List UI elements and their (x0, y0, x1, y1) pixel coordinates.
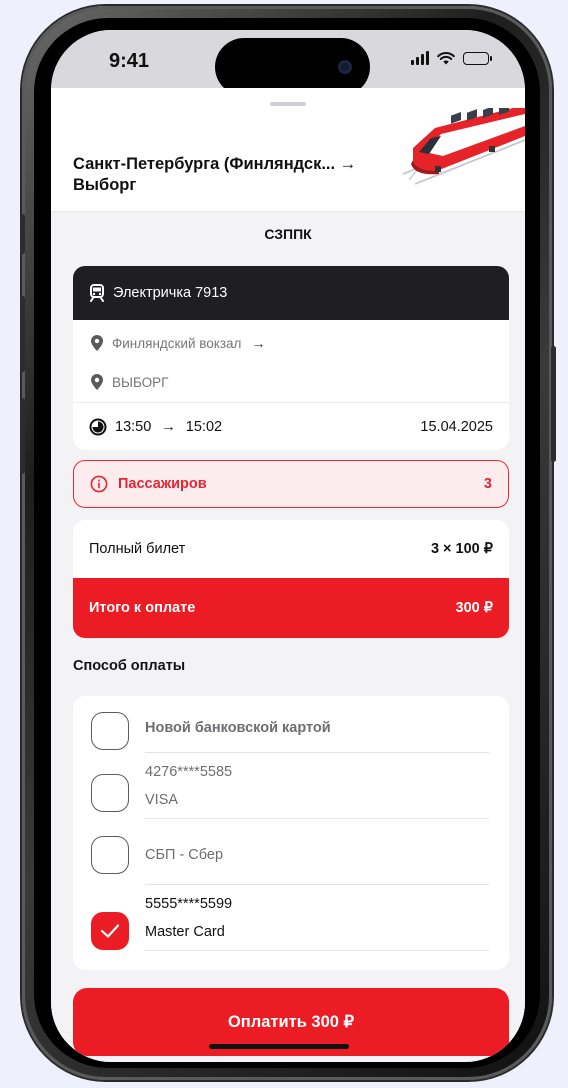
train-card: Электричка 7913 Финляндский вокзал → ВЫБ… (73, 266, 509, 450)
to-station: ВЫБОРГ (112, 374, 169, 390)
status-bar: 9:41 (51, 30, 525, 96)
from-station: Финляндский вокзал (112, 335, 242, 351)
departure-time: 13:50 (115, 418, 152, 435)
train-icon (89, 284, 105, 302)
payment-checkbox[interactable] (91, 712, 129, 750)
volume-down-button (20, 398, 25, 474)
power-button (551, 346, 556, 462)
payment-method-visa[interactable]: 4276****5585 VISA (73, 754, 509, 820)
sheet-header: Санкт-Петербурга (Финляндск... → Выборг (51, 88, 525, 212)
total-value: 300 ₽ (455, 600, 493, 616)
full-ticket-value: 3 × 100 ₽ (430, 541, 493, 557)
mute-switch (20, 214, 25, 254)
home-indicator[interactable] (209, 1044, 349, 1049)
time-row: 13:50 → 15:02 15.04.2025 (73, 402, 509, 450)
payment-method-mastercard[interactable]: 5555****5599 Master Card (73, 886, 509, 952)
cellular-signal-icon (411, 51, 429, 65)
payment-checkbox[interactable] (91, 836, 129, 874)
route-arrow: → (251, 335, 266, 351)
clock-icon (89, 418, 107, 436)
time-arrow: → (161, 418, 176, 435)
sheet-grabber[interactable] (270, 102, 306, 106)
route-title: Санкт-Петербурга (Финляндск... → Выборг (73, 155, 357, 194)
payment-method-type: Master Card (145, 924, 225, 940)
info-icon (90, 475, 108, 493)
checkmark-icon (100, 924, 120, 938)
trip-date: 15.04.2025 (420, 418, 493, 435)
price-card: Полный билет 3 × 100 ₽ Итого к оплате 30… (73, 520, 509, 638)
divider (145, 884, 489, 885)
payment-methods-card: Новой банковской картой 4276****5585 VIS… (73, 696, 509, 970)
location-pin-icon (91, 374, 103, 390)
battery-icon (463, 51, 492, 65)
status-time: 9:41 (109, 50, 150, 72)
passengers-label: Пассажиров (118, 476, 207, 492)
screen: 9:41 Санкт-Петербурга (Финляндск... → Вы… (51, 30, 525, 1062)
volume-up-button (20, 296, 25, 372)
passengers-row[interactable]: Пассажиров 3 (73, 460, 509, 508)
payment-method-number: 5555****5599 (145, 896, 233, 912)
camera-icon (338, 60, 352, 74)
payment-checkbox[interactable] (91, 774, 129, 812)
payment-checkbox-checked[interactable] (91, 912, 129, 950)
train-header: Электричка 7913 (73, 266, 509, 320)
train-name: Электричка 7913 (113, 285, 228, 301)
payment-method-sbp[interactable]: СБП - Сбер (73, 820, 509, 886)
arrival-time: 15:02 (185, 418, 223, 435)
divider (145, 950, 489, 951)
total-label: Итого к оплате (89, 600, 196, 616)
full-ticket-row: Полный билет 3 × 100 ₽ (73, 520, 509, 578)
full-ticket-label: Полный билет (89, 541, 186, 557)
wifi-icon (437, 51, 455, 65)
divider (145, 752, 489, 753)
divider (145, 818, 489, 819)
passengers-count: 3 (483, 476, 492, 492)
payment-method-label: Новой банковской картой (145, 720, 331, 736)
train-illustration (402, 108, 525, 185)
status-icons (411, 51, 492, 65)
payment-section-title: Способ оплаты (73, 658, 186, 674)
payment-method-new-card[interactable]: Новой банковской картой (73, 696, 509, 754)
payment-method-number: 4276****5585 (145, 764, 233, 780)
payment-method-label: СБП - Сбер (145, 847, 224, 863)
payment-method-type: VISA (145, 792, 179, 808)
carrier-name: СЗППК (264, 226, 312, 242)
total-row: Итого к оплате 300 ₽ (73, 578, 509, 638)
from-station-row: Финляндский вокзал → (73, 322, 509, 364)
booking-sheet: Санкт-Петербурга (Финляндск... → Выборг (51, 88, 525, 1062)
location-pin-icon (91, 335, 103, 351)
to-station-row: ВЫБОРГ (73, 364, 509, 400)
